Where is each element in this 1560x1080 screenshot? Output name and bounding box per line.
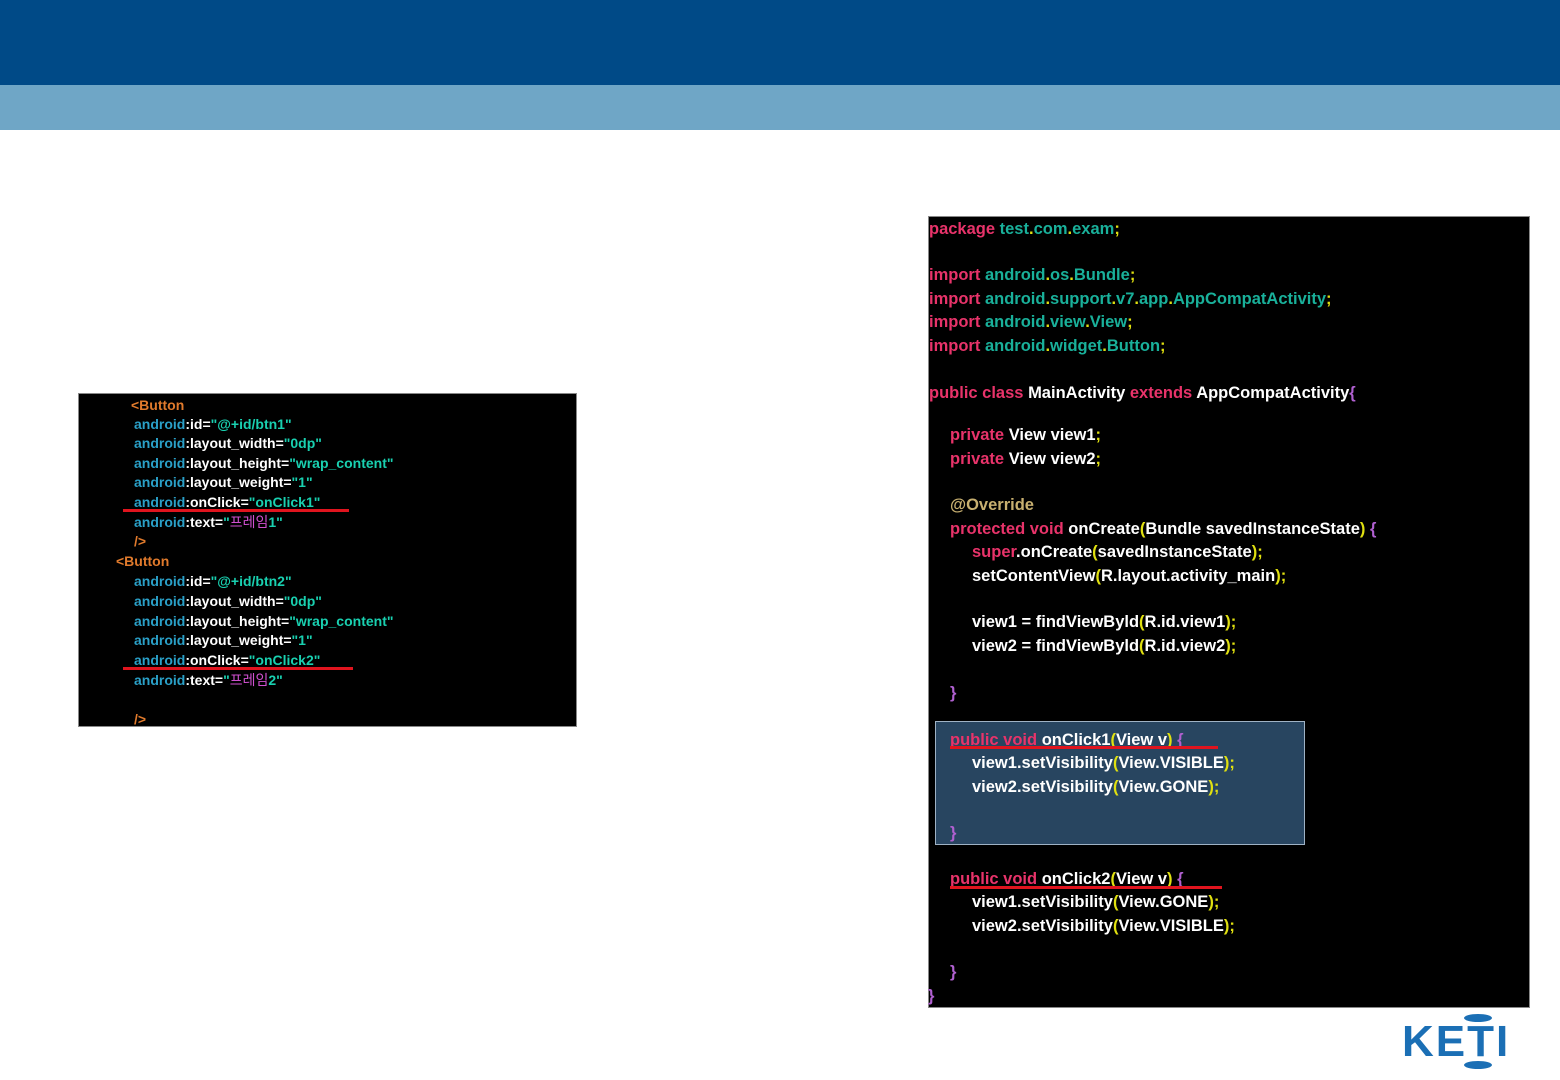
code-line: android:layout_height="wrap_content" bbox=[134, 455, 394, 471]
code-line-import: import android.widget.Button; bbox=[929, 337, 1166, 355]
code-line: /> bbox=[134, 711, 147, 727]
code-line: } bbox=[950, 963, 957, 981]
code-line: } bbox=[950, 824, 957, 842]
code-line: android:text="프레임1" bbox=[134, 514, 283, 530]
code-line: view2 = findViewByld(R.id.view2); bbox=[972, 637, 1237, 655]
keti-logo: KETI bbox=[1400, 1010, 1545, 1072]
code-line: view1.setVisibility(View.VISIBLE); bbox=[972, 754, 1235, 772]
keti-logo-text: KETI bbox=[1402, 1017, 1510, 1066]
code-line: android:id="@+id/btn1" bbox=[134, 416, 292, 432]
code-line: <Button bbox=[116, 553, 170, 569]
code-line: } bbox=[950, 684, 957, 702]
code-line-field: private View view2; bbox=[950, 450, 1102, 468]
code-line: android:layout_width="0dp" bbox=[134, 593, 322, 609]
code-line: android:layout_weight="1" bbox=[134, 632, 313, 648]
code-line: view2.setVisibility(View.GONE); bbox=[972, 778, 1220, 796]
code-line: android:text="프레임2" bbox=[134, 672, 283, 688]
code-line-annotation: @Override bbox=[950, 496, 1034, 514]
code-line: android:layout_weight="1" bbox=[134, 474, 313, 490]
code-line-class: public class MainActivity extends AppCom… bbox=[929, 384, 1356, 402]
code-line-import: import android.support.v7.app.AppCompatA… bbox=[929, 290, 1332, 308]
code-line-import: import android.view.View; bbox=[929, 313, 1133, 331]
code-line-field: private View view1; bbox=[950, 426, 1102, 444]
xml-code-panel: <Button android:id="@+id/btn1" android:l… bbox=[78, 393, 577, 727]
underline-onclick2 bbox=[123, 667, 353, 670]
logo-ellipse bbox=[1464, 1014, 1492, 1022]
header-bar bbox=[0, 0, 1560, 85]
logo-ellipse bbox=[1464, 1061, 1492, 1069]
code-line: view1 = findViewByld(R.id.view1); bbox=[972, 613, 1237, 631]
onclick1-highlight-box: public void onClick1(View v) { view1.set… bbox=[935, 721, 1305, 845]
java-code-panel: package test.com.exam; import android.os… bbox=[928, 216, 1530, 1008]
code-line: /> bbox=[134, 533, 147, 549]
subheader-bar bbox=[0, 85, 1560, 130]
code-line: android:id="@+id/btn2" bbox=[134, 573, 292, 589]
code-line: android:layout_width="0dp" bbox=[134, 435, 322, 451]
code-line: android:layout_height="wrap_content" bbox=[134, 613, 394, 629]
code-line: } bbox=[928, 987, 935, 1005]
code-line-oncreate: protected void onCreate(Bundle savedInst… bbox=[950, 520, 1377, 538]
code-line-package: package test.com.exam; bbox=[929, 220, 1120, 238]
code-line: super.onCreate(savedInstanceState); bbox=[972, 543, 1263, 561]
underline-onclick1 bbox=[123, 509, 349, 512]
underline-onclick2-method bbox=[950, 886, 1222, 889]
underline-onclick1-method bbox=[950, 746, 1218, 749]
code-line: setContentView(R.layout.activity_main); bbox=[972, 567, 1287, 585]
code-line: view1.setVisibility(View.GONE); bbox=[972, 893, 1220, 911]
keti-logo-mark: KETI bbox=[1402, 1014, 1510, 1069]
code-line: <Button bbox=[131, 397, 185, 413]
code-line-import: import android.os.Bundle; bbox=[929, 266, 1136, 284]
code-line: view2.setVisibility(View.VISIBLE); bbox=[972, 917, 1235, 935]
